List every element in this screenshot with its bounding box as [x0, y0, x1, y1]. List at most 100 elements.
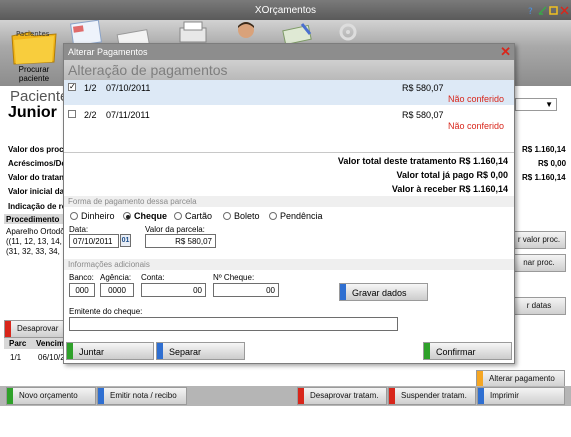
- emitir-nota-button[interactable]: Emitir nota / recibo: [97, 387, 187, 405]
- label-acrescimos: Acréscimos/De: [8, 159, 66, 168]
- installment-date: 07/11/2011: [106, 110, 150, 120]
- desaprovar-partial-label: Desaprovar: [17, 324, 59, 333]
- blue-stripe: [157, 343, 163, 359]
- value-v2: R$ 0,00: [538, 159, 567, 168]
- valor-parcela-label: Valor da parcela:: [145, 225, 205, 234]
- maximize-icon[interactable]: [549, 6, 558, 15]
- installment-checkbox[interactable]: ✓: [68, 83, 76, 91]
- radio-cartao-label: Cartão: [185, 211, 213, 221]
- emitir-nota-label: Emitir nota / recibo: [110, 391, 177, 400]
- blue-stripe: [98, 388, 104, 404]
- emitente-label: Emitente do cheque:: [69, 307, 143, 316]
- dialog-heading-bar: Alteração de pagamentos: [64, 60, 514, 80]
- data-field[interactable]: 07/10/2011: [69, 234, 119, 248]
- datas-button[interactable]: r datas: [512, 297, 566, 315]
- info-adicionais-section: Informações adicionais: [64, 259, 514, 270]
- minimize-icon[interactable]: [538, 6, 547, 15]
- radio-cheque-label: Cheque: [134, 211, 168, 221]
- confirmar-button[interactable]: Confirmar: [423, 342, 512, 360]
- radio-dinheiro[interactable]: Dinheiro: [70, 211, 115, 221]
- procedimento-line-1: Aparelho Ortodô: [6, 227, 65, 236]
- installment-value: R$ 580,07: [402, 83, 444, 93]
- info-adicionais-label: Informações adicionais: [68, 260, 150, 269]
- valor-parcela-field[interactable]: R$ 580,07: [145, 234, 216, 248]
- patient-name: Junior: [8, 104, 57, 121]
- chevron-down-icon: ▼: [545, 100, 553, 109]
- orange-stripe: [477, 371, 483, 387]
- procedimento-line-3: (31, 32, 33, 34,: [6, 247, 60, 256]
- blue-stripe: [478, 388, 484, 404]
- alterar-valor-proc-label: r valor proc.: [517, 235, 561, 244]
- alterar-valor-proc-button[interactable]: r valor proc.: [512, 231, 566, 249]
- window-titlebar: XOrçamentos ?: [0, 0, 571, 20]
- label-valor-tratam: Valor do tratan: [8, 173, 65, 182]
- value-v3: R$ 1.160,14: [522, 173, 566, 182]
- desaprovar-partial-button[interactable]: Desaprovar: [4, 320, 64, 338]
- confirmar-label: Confirmar: [436, 347, 476, 357]
- novo-orcamento-button[interactable]: Novo orçamento: [6, 387, 96, 405]
- total-tratamento: Valor total deste tratamento R$ 1.160,14: [337, 156, 508, 166]
- installment-status: Não conferido: [448, 94, 505, 104]
- separar-button[interactable]: Separar: [156, 342, 245, 360]
- toolbar-pacientes-label: Pacientes: [16, 30, 50, 38]
- total-pago: Valor total já pago R$ 0,00: [396, 170, 508, 180]
- close-icon[interactable]: [560, 6, 569, 15]
- procedimento-line-2: ((11, 12, 13, 14,: [6, 237, 62, 246]
- installment-checkbox[interactable]: [68, 110, 76, 118]
- dialog-close-icon[interactable]: ✕: [500, 45, 511, 58]
- cheque-field[interactable]: 00: [213, 283, 279, 297]
- gravar-dados-button[interactable]: Gravar dados: [339, 283, 428, 301]
- dialog-titlebar: Alterar Pagamentos ✕: [64, 44, 514, 60]
- radio-cheque[interactable]: Cheque: [123, 211, 167, 221]
- radio-pendencia-label: Pendência: [280, 211, 323, 221]
- installment-row[interactable]: ✓ 1/2 07/10/2011 R$ 580,07 Não conferido: [64, 80, 514, 105]
- folder-icon: Pacientes: [11, 30, 57, 65]
- emitente-field[interactable]: [69, 317, 398, 331]
- value-v1: R$ 1.160,14: [522, 145, 566, 154]
- conta-label: Conta:: [141, 273, 165, 282]
- imprimir-button[interactable]: Imprimir: [477, 387, 565, 405]
- red-stripe: [298, 388, 304, 404]
- procedimento-header: Procedimento: [6, 215, 60, 224]
- radio-cartao[interactable]: Cartão: [174, 211, 212, 221]
- radio-circle: [70, 212, 78, 220]
- installment-status: Não conferido: [448, 121, 505, 131]
- conta-field[interactable]: 00: [141, 283, 206, 297]
- parcelas-col-venc: Vencim: [36, 339, 65, 348]
- calendar-picker-icon[interactable]: 01: [120, 234, 131, 247]
- installment-row[interactable]: 2/2 07/11/2011 R$ 580,07 Não conferido: [64, 107, 514, 132]
- nar-proc-button[interactable]: nar proc.: [512, 254, 566, 272]
- desaprovar-tratam-button[interactable]: Desaprovar tratam.: [297, 387, 387, 405]
- dialog-heading: Alteração de pagamentos: [68, 62, 228, 78]
- green-stripe: [424, 343, 430, 359]
- installments-list: ✓ 1/2 07/10/2011 R$ 580,07 Não conferido…: [64, 80, 514, 153]
- banco-label: Banco:: [69, 273, 94, 282]
- alterar-pagamentos-dialog: Alterar Pagamentos ✕ Alteração de pagame…: [63, 43, 515, 364]
- forma-pagamento-section: Forma de pagamento dessa parcela: [64, 196, 514, 207]
- banco-field[interactable]: 000: [69, 283, 95, 297]
- novo-orcamento-label: Novo orçamento: [19, 391, 78, 400]
- blue-stripe: [340, 284, 346, 300]
- toolbar-procurar-label: Procurar paciente: [18, 65, 50, 83]
- radio-pendencia[interactable]: Pendência: [269, 211, 323, 221]
- window-title: XOrçamentos: [254, 5, 317, 16]
- patient-select[interactable]: ▼: [515, 98, 557, 111]
- parcelas-row-parc: 1/1: [10, 353, 22, 362]
- toolbar-pacientes[interactable]: Pacientes Procurar paciente: [4, 20, 64, 83]
- green-stripe: [67, 343, 73, 359]
- cheque-label: Nº Cheque:: [213, 273, 255, 282]
- radio-boleto[interactable]: Boleto: [223, 211, 260, 221]
- juntar-button[interactable]: Juntar: [66, 342, 154, 360]
- red-stripe: [5, 321, 11, 337]
- gravar-dados-label: Gravar dados: [352, 288, 407, 298]
- installment-value: R$ 580,07: [402, 110, 444, 120]
- radio-circle: [174, 212, 182, 220]
- data-label: Data:: [69, 225, 89, 234]
- suspender-tratam-label: Suspender tratam.: [401, 391, 467, 400]
- imprimir-label: Imprimir: [490, 391, 519, 400]
- suspender-tratam-button[interactable]: Suspender tratam.: [388, 387, 476, 405]
- help-icon[interactable]: ?: [527, 6, 536, 17]
- radio-circle: [123, 212, 131, 220]
- green-stripe: [7, 388, 13, 404]
- agencia-field[interactable]: 0000: [100, 283, 134, 297]
